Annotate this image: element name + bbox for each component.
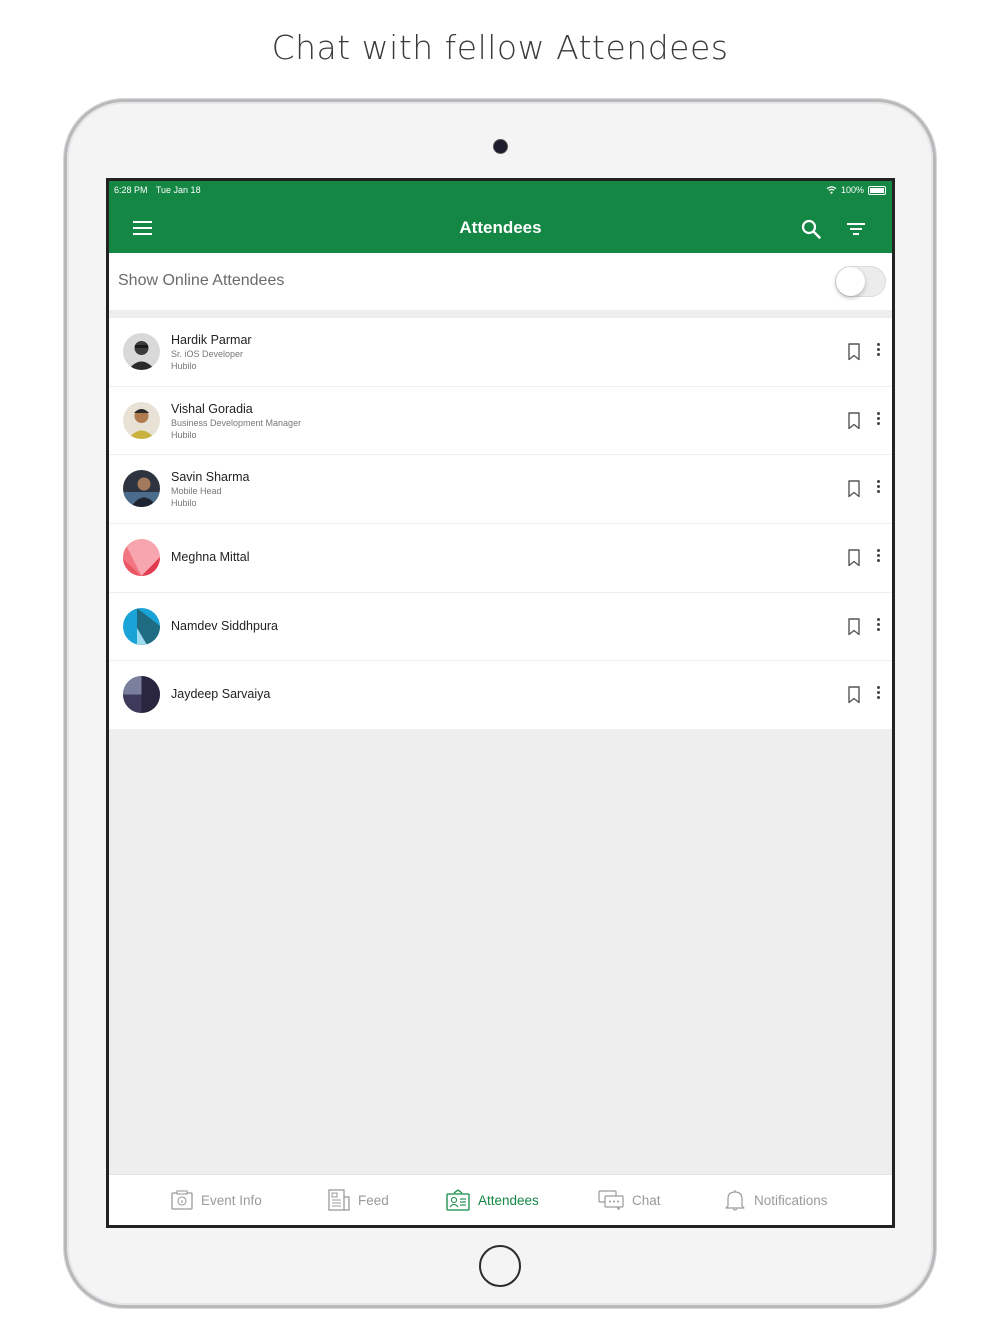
status-bar-right: 100%: [826, 185, 886, 195]
more-options-icon[interactable]: [875, 480, 881, 498]
more-options-icon[interactable]: [875, 343, 881, 361]
battery-percent: 100%: [840, 185, 864, 195]
wifi-icon: [826, 186, 837, 194]
more-options-icon[interactable]: [875, 549, 881, 567]
online-filter-toggle[interactable]: [835, 266, 886, 297]
bookmark-icon[interactable]: [847, 480, 861, 498]
toggle-knob: [836, 267, 865, 296]
attendee-row[interactable]: Namdev Siddhpura: [109, 593, 892, 662]
attendee-row[interactable]: Vishal Goradia Business Development Mana…: [109, 387, 892, 456]
attendee-name: Namdev Siddhpura: [171, 618, 279, 633]
attendee-company: Hubilo: [171, 429, 197, 440]
tab-label: Chat: [632, 1192, 661, 1208]
app-screen: 6:28 PM Tue Jan 18 100% Attendees Show O…: [106, 178, 895, 1228]
bookmark-icon[interactable]: [847, 411, 861, 430]
attendee-name: Meghna Mittal: [171, 550, 250, 565]
attendees-icon: [446, 1189, 470, 1211]
bottom-tab-bar: Event Info Feed Attendees Chat Notificat…: [109, 1174, 892, 1225]
tab-label: Attendees: [478, 1192, 539, 1208]
avatar: [123, 539, 160, 577]
search-icon[interactable]: [801, 219, 821, 239]
battery-icon: [868, 185, 886, 195]
app-bar: 6:28 PM Tue Jan 18 100% Attendees: [109, 181, 892, 253]
feed-icon: [328, 1189, 350, 1211]
attendee-designation: Sr. iOS Developer: [171, 349, 244, 359]
page-title: Attendees: [459, 218, 542, 237]
attendee-row[interactable]: Jaydeep Sarvaiya: [109, 661, 892, 729]
attendee-company: Hubilo: [171, 361, 197, 371]
online-attendees-filter: Show Online Attendees: [109, 253, 892, 311]
filter-icon[interactable]: [847, 223, 865, 237]
chat-icon: [598, 1190, 624, 1210]
avatar: [123, 470, 160, 508]
attendee-designation: Mobile Head: [171, 486, 222, 497]
bookmark-icon[interactable]: [847, 549, 861, 567]
tab-label: Feed: [358, 1192, 389, 1208]
tab-chat[interactable]: Chat: [598, 1175, 661, 1225]
event-info-icon: [171, 1190, 193, 1210]
tab-label: Notifications: [754, 1192, 828, 1208]
tab-notifications[interactable]: Notifications: [724, 1175, 828, 1225]
more-options-icon[interactable]: [875, 411, 881, 430]
bell-icon: [725, 1190, 745, 1211]
tab-feed[interactable]: Feed: [328, 1175, 389, 1225]
attendee-company: Hubilo: [171, 498, 197, 509]
attendee-name: Savin Sharma: [171, 470, 250, 485]
attendee-row[interactable]: Hardik Parmar Sr. iOS Developer Hubilo: [109, 318, 892, 387]
status-time: 6:28 PM: [114, 185, 148, 195]
attendee-row[interactable]: Savin Sharma Mobile Head Hubilo: [109, 455, 892, 525]
home-button[interactable]: [479, 1245, 521, 1287]
attendee-name: Jaydeep Sarvaiya: [171, 687, 271, 702]
attendee-row[interactable]: Meghna Mittal: [109, 524, 892, 593]
tab-label: Event Info: [201, 1192, 262, 1208]
attendee-name: Vishal Goradia: [171, 401, 253, 416]
avatar: [123, 401, 160, 439]
bookmark-icon[interactable]: [847, 686, 861, 704]
avatar: [123, 607, 160, 645]
more-options-icon[interactable]: [875, 617, 881, 636]
bookmark-icon[interactable]: [847, 343, 861, 361]
bookmark-icon[interactable]: [847, 618, 861, 636]
status-bar-left: 6:28 PM Tue Jan 18: [114, 185, 207, 195]
attendee-list: Hardik Parmar Sr. iOS Developer Hubilo V…: [109, 318, 892, 730]
more-options-icon[interactable]: [875, 686, 881, 704]
avatar: [123, 333, 160, 370]
attendee-designation: Business Development Manager: [171, 417, 302, 428]
marketing-headline: Chat with fellow Attendees: [271, 28, 729, 67]
front-camera: [494, 140, 507, 153]
avatar: [123, 676, 160, 714]
status-date: Tue Jan 18: [155, 185, 201, 195]
tab-attendees[interactable]: Attendees: [446, 1175, 539, 1225]
online-filter-label: Show Online Attendees: [118, 272, 285, 289]
attendee-name: Hardik Parmar: [171, 333, 252, 347]
tab-event-info[interactable]: Event Info: [171, 1175, 262, 1225]
